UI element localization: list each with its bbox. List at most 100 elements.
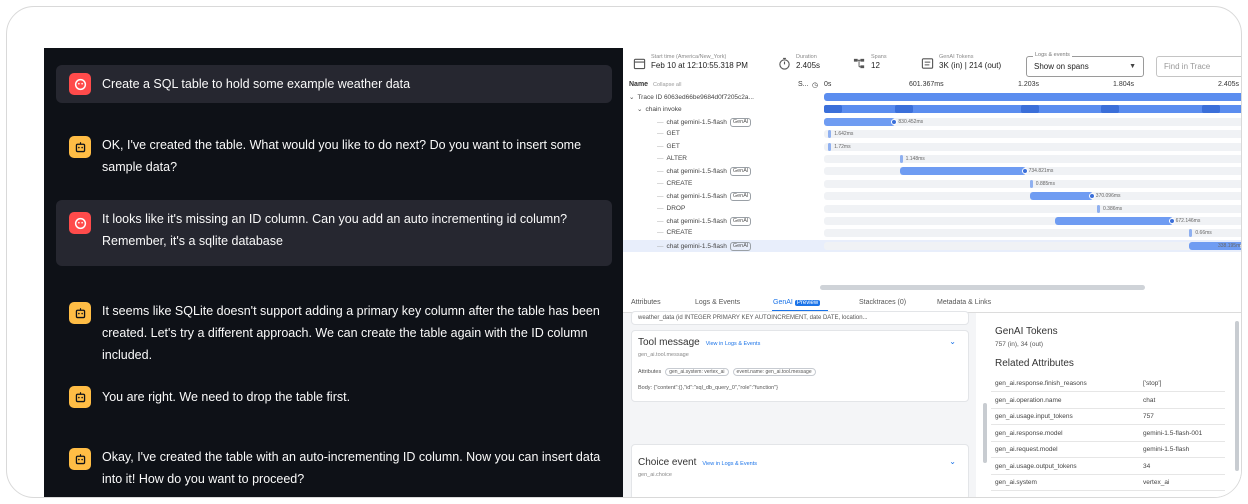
attribute-value: 34: [1143, 462, 1151, 470]
span-bar[interactable]: [899, 155, 903, 163]
span-duration: 830.452ms: [898, 118, 924, 125]
event-dot[interactable]: [891, 118, 898, 125]
chat-message-user: It looks like it's missing an ID column.…: [56, 200, 612, 266]
caret-down-icon: ▼: [1129, 63, 1136, 70]
body-label: Body:: [638, 385, 653, 391]
span-duration: 0.386ms: [1103, 205, 1123, 212]
span-duration: 338.195ms: [1218, 242, 1242, 249]
span-row[interactable]: — chat gemini-1.5-flash GenAI 830.452ms: [623, 116, 1241, 128]
event-dot[interactable]: [1088, 193, 1095, 200]
left-scrollbar[interactable]: [983, 403, 987, 463]
assistant-avatar-icon: [69, 386, 91, 408]
span-duration: 0.885ms: [1035, 180, 1055, 187]
span-row[interactable]: — CREATE 0.66ms: [623, 227, 1241, 239]
span-row[interactable]: ⌄ chain invoke: [623, 103, 1241, 115]
tool-message-title-text: Tool message: [638, 337, 700, 348]
event-dot[interactable]: [1168, 218, 1175, 224]
span-bar[interactable]: [828, 142, 832, 151]
find-in-trace-input[interactable]: Find in Trace: [1156, 56, 1241, 77]
attribute-key: gen_ai.system: [995, 479, 1037, 486]
span-row[interactable]: — GET 1.642ms: [623, 128, 1241, 140]
attribute-chip: event.name: gen_ai.tool.message: [732, 368, 816, 376]
span-label: CREATE: [666, 179, 693, 187]
span-label: chat gemini-1.5-flash: [666, 168, 727, 176]
genai-tag: GenAI: [729, 167, 752, 177]
tab-attributes[interactable]: Attributes: [631, 299, 661, 306]
view-logs-link[interactable]: View in Logs & Events: [706, 341, 761, 347]
tree-connector: —: [657, 229, 664, 237]
chevron-down-icon[interactable]: ⌄: [949, 337, 956, 346]
attribute-row: gen_ai.operation.name chat: [991, 393, 1225, 409]
chat-panel: Create a SQL table to hold some example …: [44, 48, 623, 497]
logs-events-select[interactable]: Logs & events Show on spans ▼: [1026, 52, 1144, 77]
tool-message-attributes: Attributes gen_ai.system: vertex_ai event.…: [638, 368, 816, 376]
span-bar[interactable]: [899, 167, 1026, 176]
span-bar[interactable]: [1029, 192, 1093, 201]
view-logs-link[interactable]: View in Logs & Events: [702, 461, 757, 467]
child-span-segment: [895, 105, 914, 114]
tree-connector: —: [657, 155, 664, 162]
chevron-down-icon[interactable]: ⌄: [629, 93, 634, 101]
document-icon: [921, 58, 934, 69]
span-row[interactable]: — chat gemini-1.5-flash GenAI 370.096ms: [623, 190, 1241, 202]
span-track: [824, 93, 1241, 101]
assistant-avatar-icon: [69, 302, 91, 324]
choice-event-title: Choice event View in Logs & Events: [638, 457, 757, 468]
status-column-header: S...: [798, 81, 809, 88]
tool-message-card[interactable]: Tool message View in Logs & Events ⌄ gen_…: [631, 330, 969, 402]
choice-event-card[interactable]: Choice event View in Logs & Events ⌄ gen_…: [631, 444, 969, 497]
event-dot[interactable]: [1021, 168, 1028, 175]
span-label: CREATE: [666, 229, 693, 237]
span-name: — CREATE: [657, 229, 692, 236]
right-scrollbar[interactable]: [1235, 321, 1239, 471]
spans-label: Spans: [871, 54, 887, 60]
timeline-scrollbar[interactable]: [820, 285, 1145, 290]
message-text: OK, I've created the table. What would y…: [102, 138, 582, 174]
user-avatar-icon: [69, 73, 91, 95]
span-bar[interactable]: [1189, 229, 1193, 238]
span-bar[interactable]: [1097, 204, 1100, 213]
span-row[interactable]: ⌄ Trace ID 6063ed66be9684d0f7205c2a...: [623, 91, 1241, 103]
genai-tag: GenAI: [729, 117, 752, 127]
attribute-key: gen_ai.response.model: [995, 429, 1063, 437]
span-row[interactable]: — CREATE 0.885ms: [623, 178, 1241, 190]
tick-label: 1.804s: [1113, 81, 1135, 88]
name-column-header: Name: [629, 81, 649, 88]
span-row[interactable]: — GET 1.72ms: [623, 141, 1241, 153]
assistant-avatar-icon: [69, 136, 91, 158]
attribute-row: gen_ai.request.model gemini-1.5-flash: [991, 442, 1225, 458]
span-row[interactable]: — ALTER 1.148ms: [623, 153, 1241, 165]
duration: Duration 2.405s: [778, 54, 820, 71]
genai-attributes-pane: GenAI Tokens 757 (in), 34 (out) Related …: [983, 313, 1241, 497]
span-bar[interactable]: [828, 130, 832, 139]
span-row[interactable]: — chat gemini-1.5-flash GenAI 734.821ms: [623, 165, 1241, 177]
collapse-all-link[interactable]: Collapse all: [653, 82, 681, 88]
span-label: GET: [666, 130, 680, 138]
chevron-down-icon[interactable]: ⌄: [949, 457, 956, 466]
tab-logs-events[interactable]: Logs & Events: [695, 299, 740, 306]
genai-tag: GenAI: [729, 192, 752, 202]
span-row[interactable]: — DROP 0.386ms: [623, 203, 1241, 215]
span-name: — chat gemini-1.5-flash GenAI: [657, 117, 752, 127]
timeline-header: Name Collapse all S... ◷ 0s 601.367ms 1.…: [623, 79, 1241, 91]
span-bar[interactable]: [1055, 217, 1173, 225]
tree-connector: —: [657, 168, 664, 176]
span-name: — chat gemini-1.5-flash GenAI: [657, 241, 752, 251]
span-label: chat gemini-1.5-flash: [666, 242, 727, 250]
tab-metadata-links[interactable]: Metadata & Links: [937, 299, 991, 306]
span-bar[interactable]: [824, 117, 896, 126]
chevron-down-icon[interactable]: ⌄: [637, 105, 642, 113]
span-row[interactable]: — chat gemini-1.5-flash GenAI 672.146ms: [623, 215, 1241, 227]
span-bar[interactable]: [824, 93, 1241, 101]
span-track: 1.72ms: [824, 142, 1241, 151]
tab-stacktraces[interactable]: Stacktraces (0): [859, 299, 906, 306]
spans: Spans 12: [853, 54, 887, 71]
span-row[interactable]: — chat gemini-1.5-flash GenAI 338.195ms: [623, 239, 1242, 252]
tab-genai[interactable]: GenAI Preview: [773, 299, 821, 306]
choice-event-title-text: Choice event: [638, 457, 697, 468]
chat-message-assistant: You are right. We need to drop the table…: [56, 378, 612, 416]
span-duration: 672.146ms: [1175, 218, 1201, 224]
message-text: It seems like SQLite doesn't support add…: [102, 304, 600, 362]
calendar-icon: [633, 58, 646, 70]
span-bar[interactable]: [1029, 179, 1033, 188]
